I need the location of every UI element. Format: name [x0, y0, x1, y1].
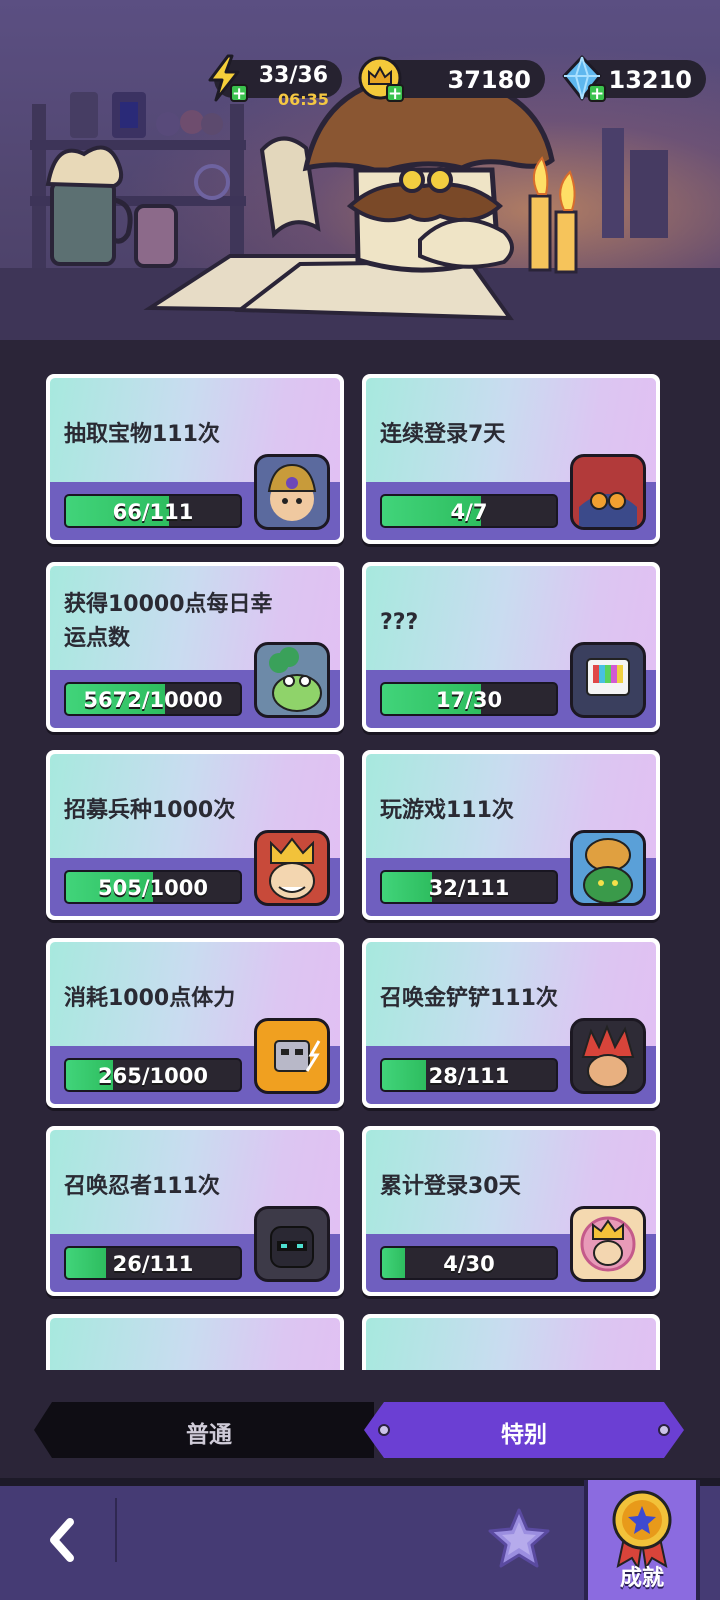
progress-text: 26/111 [112, 1252, 194, 1276]
header-illustration [0, 0, 720, 340]
progress-text: 17/30 [435, 688, 503, 712]
star-icon[interactable] [484, 1504, 554, 1574]
achievements-screen: + 33/36 06:35 + 37180 + 13210 抽取宝物111次 6… [0, 0, 720, 1600]
progress-text: 505/1000 [98, 876, 208, 900]
achievement-title: 累计登录30天 [380, 1174, 521, 1199]
achievement-card[interactable] [362, 1314, 660, 1370]
king-portrait-icon [254, 830, 330, 906]
progress-text: 5672/10000 [83, 688, 223, 712]
medal-icon [612, 1490, 672, 1570]
achievement-card[interactable]: 获得10000点每日幸运点数 5672/10000 [46, 562, 344, 732]
nav-achievements-label: 成就 [619, 1566, 664, 1591]
achievement-card[interactable]: 招募兵种1000次 505/1000 [46, 750, 344, 920]
achievement-card[interactable]: 累计登录30天 4/30 [362, 1126, 660, 1296]
progress-bar: 17/30 [380, 682, 558, 716]
achievement-title: 连续登录7天 [380, 422, 506, 447]
achievement-title: 招募兵种1000次 [64, 798, 236, 823]
robot-energy-portrait-icon [254, 1018, 330, 1094]
progress-text: 4/7 [450, 500, 488, 524]
gold-value: 37180 [447, 66, 532, 94]
back-arrow-icon[interactable] [34, 1510, 94, 1570]
tab-special-label: 特别 [501, 1422, 547, 1448]
tab-normal[interactable]: 普通 [34, 1402, 374, 1458]
progress-bar: 4/7 [380, 494, 558, 528]
progress-bar: 32/111 [380, 870, 558, 904]
add-gold-icon[interactable]: + [386, 84, 404, 103]
tv-head-portrait-icon [570, 642, 646, 718]
gem-value: 13210 [608, 66, 693, 94]
progress-bar: 265/1000 [64, 1058, 242, 1092]
achievement-list[interactable]: 抽取宝物111次 66/111 连续登录7天 4/7 获得10000点每日幸运点… [0, 340, 720, 1370]
achievement-card[interactable] [46, 1314, 344, 1370]
nav-achievements-tab[interactable]: 成就 [584, 1480, 700, 1600]
achievement-card[interactable]: 召唤忍者111次 26/111 [46, 1126, 344, 1296]
achievement-title: 召唤金铲铲111次 [380, 986, 558, 1011]
energy-value: 33/36 [258, 63, 328, 88]
progress-bar: 26/111 [64, 1246, 242, 1280]
achievement-card[interactable]: 抽取宝物111次 66/111 [46, 374, 344, 544]
mushroom-scholar-scene [0, 73, 720, 340]
nav-divider [115, 1498, 117, 1562]
spider-robot-portrait-icon [570, 454, 646, 530]
add-energy-icon[interactable]: + [230, 84, 248, 103]
red-hair-portrait-icon [570, 1018, 646, 1094]
achievement-card[interactable]: 连续登录7天 4/7 [362, 374, 660, 544]
tab-dot-left-icon [378, 1424, 390, 1436]
achievement-title: 抽取宝物111次 [64, 422, 220, 447]
achievement-title: 召唤忍者111次 [64, 1174, 220, 1199]
progress-bar: 66/111 [64, 494, 242, 528]
achievement-title: 获得10000点每日幸运点数 [64, 592, 273, 651]
progress-text: 4/30 [443, 1252, 495, 1276]
add-gem-icon[interactable]: + [588, 84, 606, 103]
progress-bar: 505/1000 [64, 870, 242, 904]
achievement-card[interactable]: 消耗1000点体力 265/1000 [46, 938, 344, 1108]
bear-goblin-portrait-icon [570, 830, 646, 906]
achievement-card[interactable]: 玩游戏111次 32/111 [362, 750, 660, 920]
progress-text: 66/111 [112, 500, 194, 524]
gold-counter[interactable]: + 37180 [358, 56, 545, 103]
gem-counter[interactable]: + 13210 [562, 55, 706, 103]
frog-clover-portrait-icon [254, 642, 330, 718]
tab-dot-right-icon [658, 1424, 670, 1436]
energy-timer: 06:35 [278, 90, 329, 109]
tab-normal-label: 普通 [186, 1422, 232, 1448]
achievement-title: 玩游戏111次 [380, 798, 514, 823]
achievement-title: 消耗1000点体力 [64, 986, 236, 1011]
category-tabs: 普通 特别 [34, 1402, 684, 1458]
achievement-title: ??? [380, 610, 419, 635]
achievement-card[interactable]: ??? 17/30 [362, 562, 660, 732]
achievement-card[interactable]: 召唤金铲铲111次 28/111 [362, 938, 660, 1108]
crown-girl-portrait-icon [570, 1206, 646, 1282]
miner-portrait-icon [254, 454, 330, 530]
bottom-nav: 成就 [0, 1478, 720, 1600]
progress-text: 28/111 [428, 1064, 510, 1088]
progress-bar: 28/111 [380, 1058, 558, 1092]
progress-bar: 4/30 [380, 1246, 558, 1280]
progress-text: 32/111 [428, 876, 510, 900]
progress-text: 265/1000 [98, 1064, 208, 1088]
tab-special[interactable]: 特别 [364, 1402, 684, 1458]
progress-bar: 5672/10000 [64, 682, 242, 716]
ninja-portrait-icon [254, 1206, 330, 1282]
